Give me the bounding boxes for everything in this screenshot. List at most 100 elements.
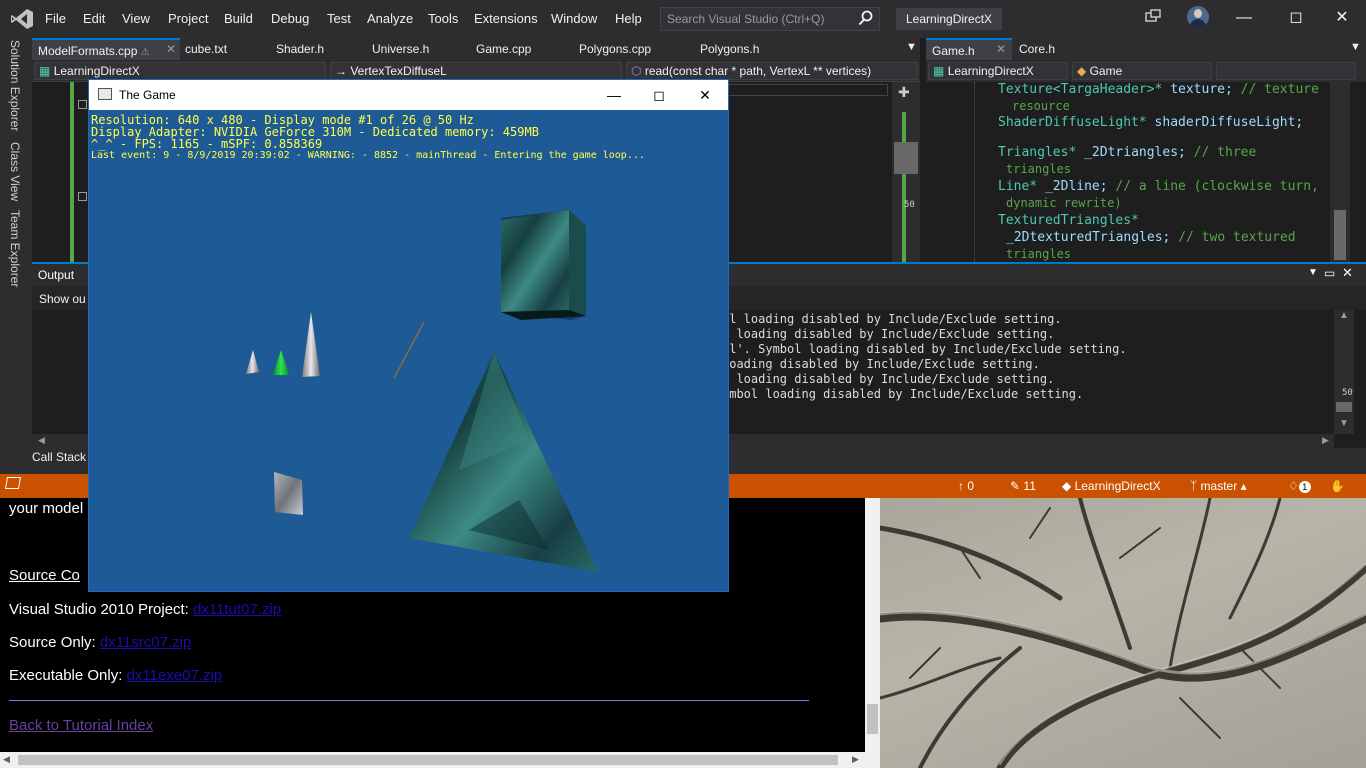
menu-tools[interactable]: Tools	[428, 11, 458, 26]
tab-cube-txt[interactable]: cube.txt	[179, 38, 233, 60]
code-comment: // three	[1185, 145, 1257, 160]
pin-icon[interactable]: ⚠	[141, 47, 150, 58]
show-output-from-label: Show ou	[39, 292, 86, 306]
status-output-icon[interactable]	[4, 477, 22, 489]
output-text[interactable]: ol loading disabled by Include/Exclude s…	[722, 312, 1127, 402]
vs-project-label: Visual Studio 2010 Project:	[9, 601, 194, 618]
panel-close-icon[interactable]: ✕	[1342, 265, 1353, 281]
vs-project-link[interactable]: dx11tut07.zip	[193, 601, 281, 618]
menu-window[interactable]: Window	[551, 11, 597, 26]
maximize-icon[interactable]: ◻	[1286, 8, 1306, 28]
tab-universe-h[interactable]: Universe.h	[366, 38, 435, 60]
branch-photo	[880, 498, 1366, 768]
menu-edit[interactable]: Edit	[83, 11, 105, 26]
tab-team-explorer[interactable]: Team Explorer	[8, 210, 22, 287]
menu-extensions[interactable]: Extensions	[474, 11, 538, 26]
game-render-canvas[interactable]: Resolution: 640 x 480 - Display mode #1 …	[89, 110, 728, 591]
visual-studio-logo-icon[interactable]	[10, 8, 34, 30]
menu-analyze[interactable]: Analyze	[367, 11, 413, 26]
tab-core-h[interactable]: Core.h	[1013, 38, 1061, 60]
code-token: shaderDiffuseLight;	[1146, 115, 1304, 130]
scope-dropdown[interactable]: ◆ Game	[1072, 62, 1212, 80]
member-dropdown[interactable]	[1216, 62, 1356, 80]
editor-scrollbar[interactable]	[1330, 82, 1350, 262]
tab-modelformats-cpp[interactable]: ModelFormats.cpp ⚠	[32, 38, 180, 60]
member-dropdown[interactable]: ⬡ read(const char * path, VertexL ** ver…	[626, 62, 918, 80]
repository-selector[interactable]: ◆ LearningDirectX	[1062, 479, 1161, 493]
close-tab-icon[interactable]: ✕	[996, 42, 1006, 56]
source-only-link[interactable]: dx11src07.zip	[100, 634, 191, 651]
executable-only-link[interactable]: dx11exe07.zip	[127, 667, 223, 684]
scroll-left-icon[interactable]: ◀	[3, 754, 10, 765]
menu-test[interactable]: Test	[327, 11, 351, 26]
scroll-thumb[interactable]	[867, 704, 878, 734]
feedback-icon[interactable]: ✋	[1330, 479, 1345, 493]
account-avatar[interactable]	[1187, 6, 1209, 28]
small-gray-cone	[246, 350, 259, 374]
source-only-label: Source Only:	[9, 634, 100, 651]
panel-pin-icon[interactable]: ▭	[1324, 266, 1335, 280]
live-share-icon[interactable]	[1144, 9, 1162, 27]
tab-shader-h[interactable]: Shader.h	[270, 38, 330, 60]
changes-count[interactable]: ✎ 11	[1010, 479, 1036, 493]
scroll-down-icon[interactable]: ▼	[1339, 418, 1349, 429]
page-hscrollbar[interactable]: ◀ ▶	[0, 752, 865, 768]
game-window-titlebar[interactable]: The Game — ◻ ✕	[89, 80, 728, 110]
tab-class-view[interactable]: Class View	[8, 142, 22, 201]
menu-view[interactable]: View	[122, 11, 150, 26]
code-comment: triangles	[1006, 247, 1072, 261]
code-editor-right[interactable]: Texture<TargaHeader>* texture; // textur…	[926, 82, 1366, 262]
split-icon[interactable]: ✚	[898, 84, 910, 101]
scroll-right-icon[interactable]: ▶	[852, 754, 859, 765]
scroll-thumb[interactable]	[1336, 402, 1352, 412]
project-dropdown[interactable]: ▦ LearningDirectX	[928, 62, 1068, 80]
menu-help[interactable]: Help	[615, 11, 642, 26]
tab-polygons-cpp[interactable]: Polygons.cpp	[573, 38, 657, 60]
output-line: . loading disabled by Include/Exclude se…	[722, 327, 1055, 341]
menu-project[interactable]: Project	[168, 11, 208, 26]
scope-dropdown[interactable]: → VertexTexDiffuseL	[330, 62, 622, 80]
scroll-left-icon[interactable]: ◀	[38, 435, 45, 446]
scroll-right-icon[interactable]: ▶	[1322, 435, 1329, 446]
scroll-marker: 50	[1342, 388, 1353, 398]
close-icon[interactable]: ✕	[1332, 8, 1352, 28]
scroll-thumb[interactable]	[894, 142, 918, 174]
repository-name: LearningDirectX	[1074, 479, 1161, 493]
page-scrollbar[interactable]	[865, 498, 880, 768]
tab-call-stack[interactable]: Call Stack	[32, 450, 86, 464]
menu-file[interactable]: File	[45, 11, 66, 26]
tab-solution-explorer[interactable]: Solution Explorer	[8, 40, 22, 131]
editor-scrollbar[interactable]: ✚ 50	[892, 82, 920, 262]
push-count[interactable]: ↑ 0	[958, 479, 974, 493]
maximize-icon[interactable]: ◻	[650, 86, 668, 104]
menu-debug[interactable]: Debug	[271, 11, 309, 26]
branch-selector[interactable]: ᛉ master ▴	[1190, 479, 1247, 493]
tab-polygons-h[interactable]: Polygons.h	[694, 38, 765, 60]
code-token: Line*	[998, 179, 1038, 194]
scroll-thumb[interactable]	[1334, 210, 1346, 260]
notifications[interactable]: ♢ 1	[1288, 479, 1311, 493]
member-dropdown-value: read(const char * path, VertexL ** verti…	[644, 64, 872, 78]
tab-dropdown-icon[interactable]: ▼	[906, 41, 917, 53]
minimize-icon[interactable]: —	[605, 86, 623, 104]
minimize-icon[interactable]: —	[1234, 8, 1254, 28]
close-icon[interactable]: ✕	[696, 86, 714, 104]
search-input[interactable]: Search Visual Studio (Ctrl+Q)	[660, 7, 880, 31]
search-icon[interactable]	[858, 10, 874, 26]
collapse-icon[interactable]	[78, 100, 87, 109]
project-dropdown[interactable]: ▦ LearningDirectX	[34, 62, 326, 80]
back-to-index-link[interactable]: Back to Tutorial Index	[9, 717, 153, 734]
code-comment: // two textured	[1170, 230, 1296, 245]
tab-dropdown-icon[interactable]: ▼	[1350, 41, 1361, 53]
output-scrollbar[interactable]: ▲ 50 ▼	[1334, 310, 1354, 434]
editor-tabs-left: ModelFormats.cpp ⚠ ✕ cube.txt Shader.h U…	[32, 38, 920, 60]
close-tab-icon[interactable]: ✕	[166, 42, 176, 56]
scroll-thumb[interactable]	[18, 755, 838, 765]
collapse-icon[interactable]	[78, 192, 87, 201]
output-line: ll'. Symbol loading disabled by Include/…	[722, 342, 1127, 356]
scroll-up-icon[interactable]: ▲	[1339, 310, 1349, 321]
page-text: your model	[9, 500, 84, 517]
panel-options-icon[interactable]: ▼	[1308, 267, 1318, 278]
tab-game-cpp[interactable]: Game.cpp	[470, 38, 537, 60]
menu-build[interactable]: Build	[224, 11, 253, 26]
